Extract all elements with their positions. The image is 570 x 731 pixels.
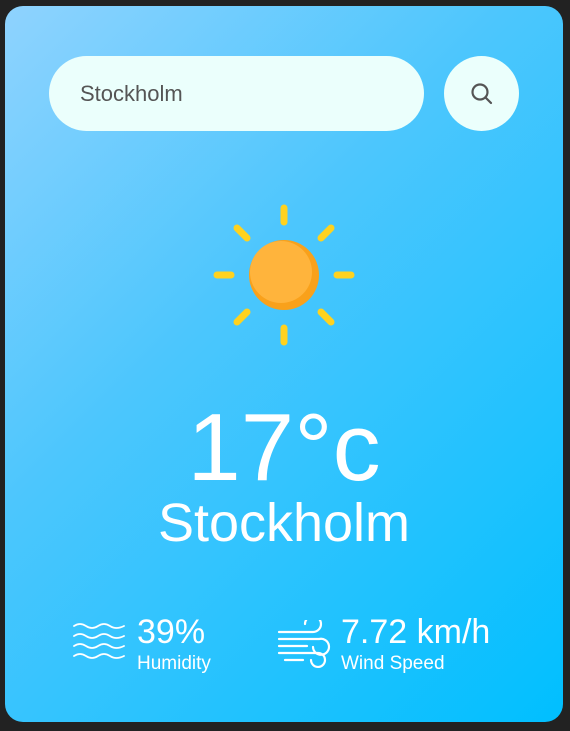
humidity-label: Humidity (137, 653, 211, 674)
temperature: 17°c (187, 394, 381, 501)
wind-icon (277, 620, 331, 669)
weather-card: 17°c Stockholm 39% Humidity 7.72 km/h Wi… (5, 6, 563, 722)
sun-icon (213, 204, 355, 346)
wind-speed-label: Wind Speed (341, 653, 445, 674)
wind-speed-value: 7.72 km/h (341, 613, 491, 651)
search-button[interactable] (444, 56, 519, 131)
humidity-waves-icon (73, 623, 125, 659)
search-input[interactable] (49, 56, 424, 131)
city-name: Stockholm (157, 493, 411, 553)
humidity-value: 39% (137, 613, 206, 651)
search-icon (470, 82, 492, 104)
search-bar (49, 56, 519, 131)
